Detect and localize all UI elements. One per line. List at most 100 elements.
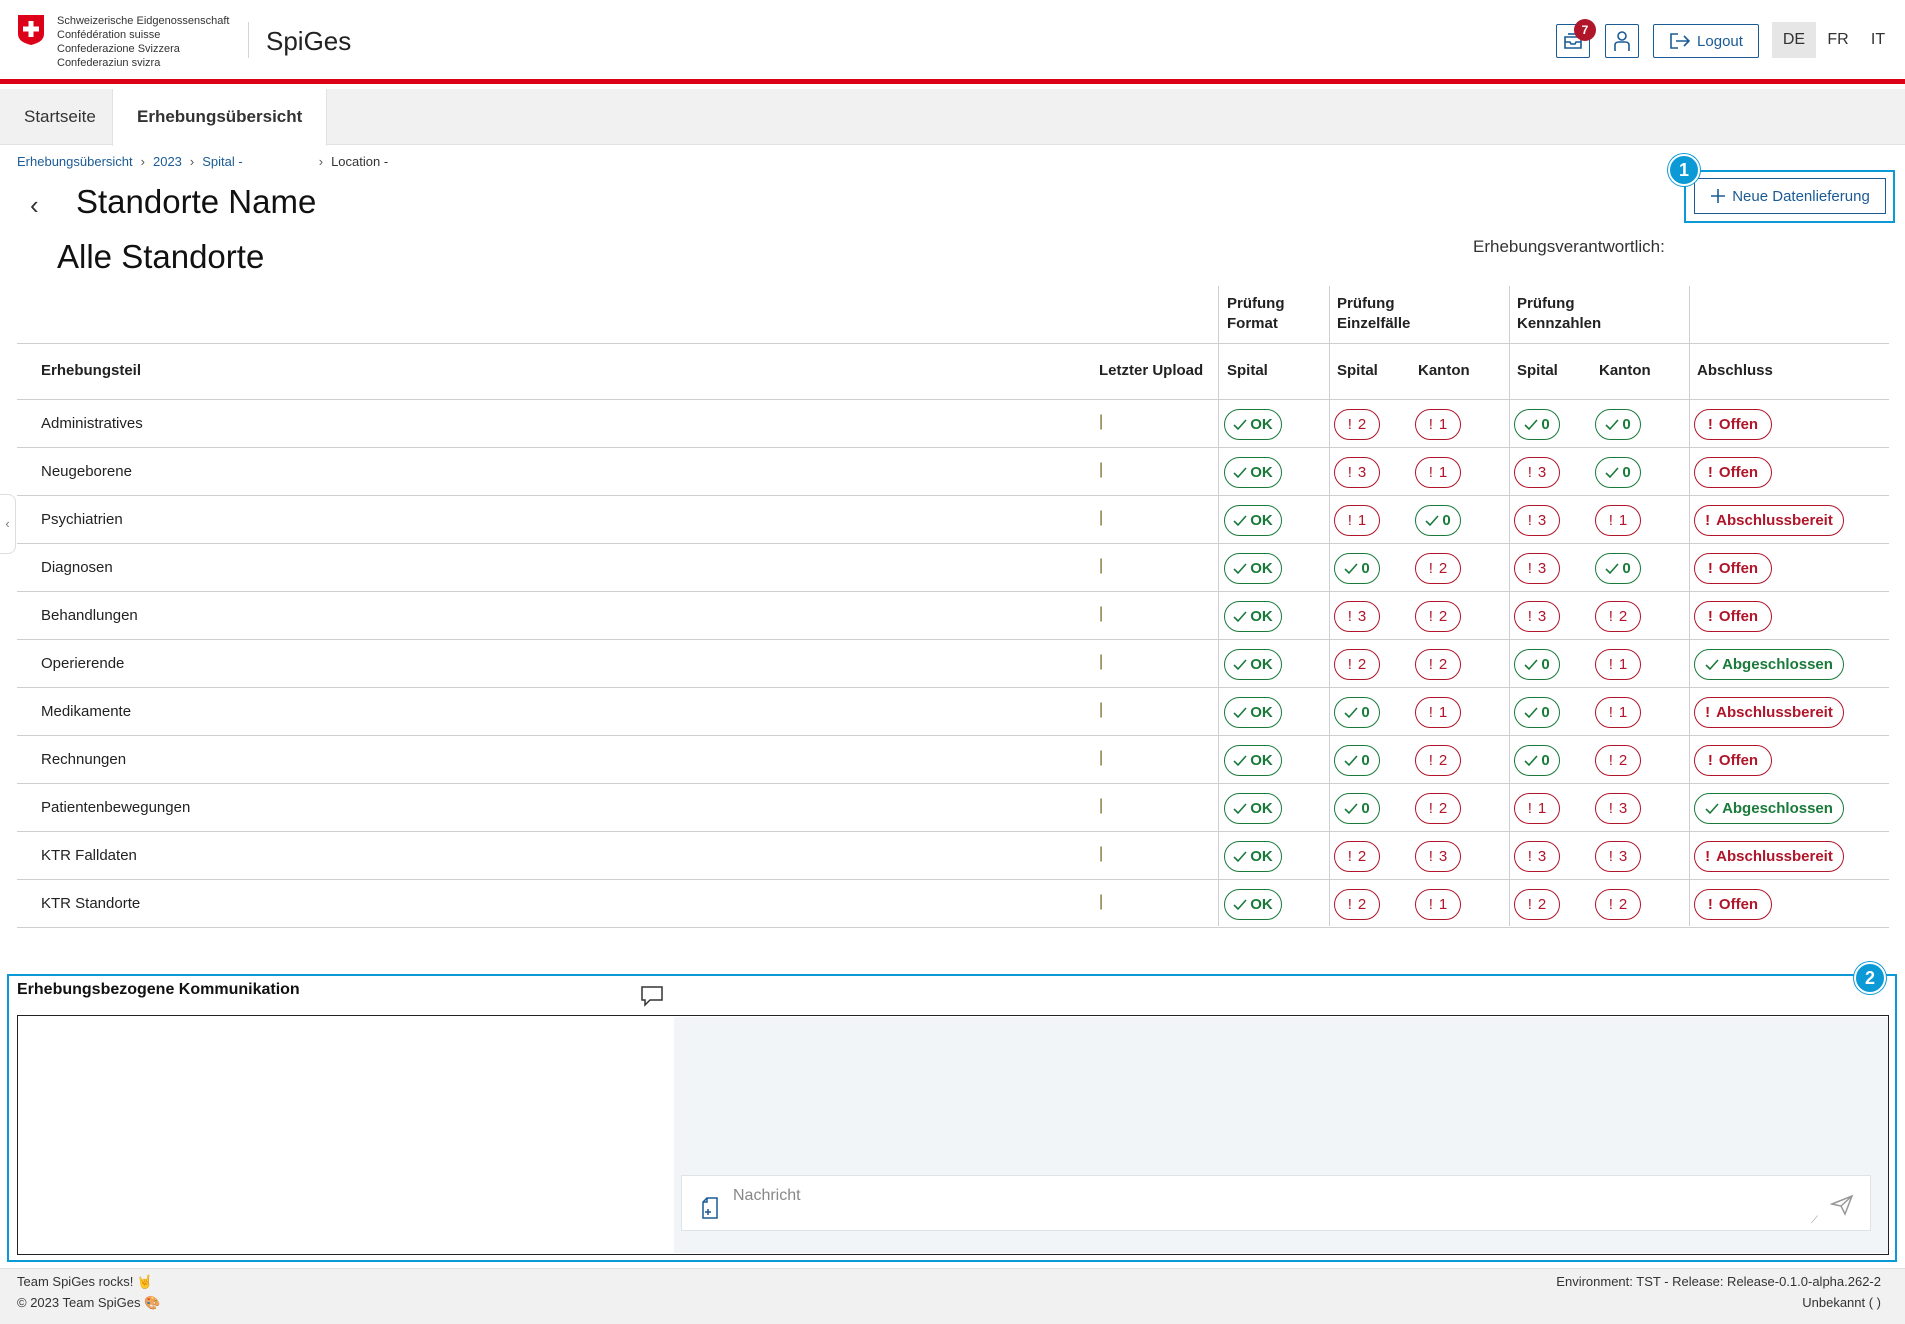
table-row[interactable]: Behandlungen | OK! 3! 2! 3! 2! Offen bbox=[17, 592, 1889, 640]
status-einzel-kanton[interactable]: ! 1 bbox=[1415, 457, 1461, 488]
table-row[interactable]: Operierende | OK! 2! 2 0! 1 Abgeschlossen bbox=[17, 640, 1889, 688]
chat-bubble-icon[interactable] bbox=[640, 985, 664, 1007]
send-icon[interactable] bbox=[1830, 1194, 1854, 1216]
status-kenn-kanton[interactable]: ! 2 bbox=[1595, 745, 1641, 776]
status-kenn-spital[interactable]: 0 bbox=[1514, 697, 1560, 728]
row-erhebungsteil[interactable]: Medikamente bbox=[41, 703, 131, 720]
status-kenn-spital[interactable]: ! 1 bbox=[1514, 793, 1560, 824]
status-einzel-spital[interactable]: ! 1 bbox=[1334, 505, 1380, 536]
status-format-spital[interactable]: OK bbox=[1224, 409, 1282, 440]
status-format-spital[interactable]: OK bbox=[1224, 601, 1282, 632]
table-row[interactable]: KTR Falldaten | OK! 2! 3! 3! 3! Abschlussbereit bbox=[17, 832, 1889, 880]
table-row[interactable]: KTR Standorte | OK! 2! 1! 2! 2! Offen bbox=[17, 880, 1889, 928]
row-erhebungsteil[interactable]: Administratives bbox=[41, 415, 143, 432]
row-erhebungsteil[interactable]: Behandlungen bbox=[41, 607, 138, 624]
status-format-spital[interactable]: OK bbox=[1224, 745, 1282, 776]
status-einzel-kanton[interactable]: ! 2 bbox=[1415, 649, 1461, 680]
table-row[interactable]: Patientenbewegungen | OK 0! 2! 1! 3 Abgeschloss… bbox=[17, 784, 1889, 832]
status-format-spital[interactable]: OK bbox=[1224, 649, 1282, 680]
status-einzel-spital[interactable]: 0 bbox=[1334, 553, 1380, 584]
logout-button[interactable]: Logout bbox=[1653, 24, 1759, 58]
status-kenn-spital[interactable]: ! 2 bbox=[1514, 889, 1560, 920]
table-row[interactable]: Diagnosen | OK 0! 2! 3 0! Offen bbox=[17, 544, 1889, 592]
status-format-spital[interactable]: OK bbox=[1224, 793, 1282, 824]
message-input-box[interactable]: Nachricht ⟋ bbox=[681, 1175, 1871, 1231]
status-kenn-spital[interactable]: 0 bbox=[1514, 409, 1560, 440]
status-format-spital[interactable]: OK bbox=[1224, 457, 1282, 488]
status-einzel-kanton[interactable]: ! 1 bbox=[1415, 889, 1461, 920]
new-data-delivery-button[interactable]: Neue Datenlieferung bbox=[1694, 178, 1886, 214]
tab-startseite[interactable]: Startseite bbox=[0, 89, 120, 145]
status-abschluss[interactable]: ! Offen bbox=[1694, 409, 1772, 440]
status-format-spital[interactable]: OK bbox=[1224, 697, 1282, 728]
resize-handle-icon[interactable]: ⟋ bbox=[1811, 1215, 1818, 1226]
status-einzel-kanton[interactable]: ! 2 bbox=[1415, 601, 1461, 632]
status-format-spital[interactable]: OK bbox=[1224, 841, 1282, 872]
app-title[interactable]: SpiGes bbox=[266, 26, 351, 57]
col-header-letzter-upload[interactable]: Letzter Upload bbox=[1099, 362, 1203, 379]
status-kenn-kanton[interactable]: ! 2 bbox=[1595, 601, 1641, 632]
table-row[interactable]: Rechnungen | OK 0! 2 0! 2! Offen bbox=[17, 736, 1889, 784]
status-einzel-kanton[interactable]: ! 3 bbox=[1415, 841, 1461, 872]
status-einzel-kanton[interactable]: ! 2 bbox=[1415, 745, 1461, 776]
col-header-erhebungsteil[interactable]: Erhebungsteil bbox=[41, 362, 141, 379]
table-row[interactable]: Medikamente | OK 0! 1 0! 1! Abschlussbereit bbox=[17, 688, 1889, 736]
status-abschluss[interactable]: ! Offen bbox=[1694, 457, 1772, 488]
status-abschluss[interactable]: ! Abschlussbereit bbox=[1694, 505, 1844, 536]
status-kenn-kanton[interactable]: ! 1 bbox=[1595, 649, 1641, 680]
status-einzel-spital[interactable]: 0 bbox=[1334, 745, 1380, 776]
status-einzel-spital[interactable]: ! 3 bbox=[1334, 601, 1380, 632]
back-chevron-icon[interactable]: ‹ bbox=[30, 190, 39, 221]
status-kenn-kanton[interactable]: ! 1 bbox=[1595, 505, 1641, 536]
status-kenn-spital[interactable]: 0 bbox=[1514, 649, 1560, 680]
status-einzel-kanton[interactable]: 0 bbox=[1415, 505, 1461, 536]
user-profile-button[interactable] bbox=[1605, 24, 1639, 58]
status-abschluss[interactable]: ! Offen bbox=[1694, 745, 1772, 776]
status-abschluss[interactable]: Abgeschlossen bbox=[1694, 793, 1844, 824]
status-abschluss[interactable]: Abgeschlossen bbox=[1694, 649, 1844, 680]
breadcrumb-erhebungsuebersicht[interactable]: Erhebungsübersicht bbox=[17, 154, 133, 169]
row-erhebungsteil[interactable]: Patientenbewegungen bbox=[41, 799, 190, 816]
status-einzel-kanton[interactable]: ! 2 bbox=[1415, 553, 1461, 584]
row-erhebungsteil[interactable]: KTR Falldaten bbox=[41, 847, 137, 864]
language-fr[interactable]: FR bbox=[1816, 22, 1860, 58]
status-einzel-spital[interactable]: ! 2 bbox=[1334, 409, 1380, 440]
status-kenn-kanton[interactable]: ! 3 bbox=[1595, 793, 1641, 824]
status-kenn-kanton[interactable]: 0 bbox=[1595, 457, 1641, 488]
status-kenn-kanton[interactable]: ! 2 bbox=[1595, 889, 1641, 920]
status-abschluss[interactable]: ! Abschlussbereit bbox=[1694, 841, 1844, 872]
status-kenn-kanton[interactable]: ! 1 bbox=[1595, 697, 1641, 728]
status-einzel-spital[interactable]: ! 3 bbox=[1334, 457, 1380, 488]
status-einzel-spital[interactable]: ! 2 bbox=[1334, 841, 1380, 872]
status-kenn-spital[interactable]: ! 3 bbox=[1514, 505, 1560, 536]
row-erhebungsteil[interactable]: Rechnungen bbox=[41, 751, 126, 768]
row-erhebungsteil[interactable]: Neugeborene bbox=[41, 463, 132, 480]
breadcrumb-year[interactable]: 2023 bbox=[153, 154, 182, 169]
row-erhebungsteil[interactable]: Operierende bbox=[41, 655, 124, 672]
attach-file-icon[interactable] bbox=[700, 1196, 722, 1220]
status-einzel-kanton[interactable]: ! 1 bbox=[1415, 409, 1461, 440]
language-de[interactable]: DE bbox=[1772, 22, 1816, 58]
breadcrumb-spital[interactable]: Spital - bbox=[202, 154, 242, 169]
status-kenn-kanton[interactable]: 0 bbox=[1595, 553, 1641, 584]
row-erhebungsteil[interactable]: KTR Standorte bbox=[41, 895, 140, 912]
status-kenn-spital[interactable]: 0 bbox=[1514, 745, 1560, 776]
table-row[interactable]: Administratives | OK! 2! 1 0 0! Offen bbox=[17, 400, 1889, 448]
language-it[interactable]: IT bbox=[1856, 22, 1900, 58]
status-kenn-spital[interactable]: ! 3 bbox=[1514, 553, 1560, 584]
status-einzel-spital[interactable]: 0 bbox=[1334, 697, 1380, 728]
status-kenn-kanton[interactable]: 0 bbox=[1595, 409, 1641, 440]
row-erhebungsteil[interactable]: Diagnosen bbox=[41, 559, 113, 576]
status-einzel-spital[interactable]: ! 2 bbox=[1334, 889, 1380, 920]
status-einzel-spital[interactable]: ! 2 bbox=[1334, 649, 1380, 680]
status-abschluss[interactable]: ! Offen bbox=[1694, 601, 1772, 632]
status-abschluss[interactable]: ! Abschlussbereit bbox=[1694, 697, 1844, 728]
status-format-spital[interactable]: OK bbox=[1224, 505, 1282, 536]
row-erhebungsteil[interactable]: Psychiatrien bbox=[41, 511, 123, 528]
table-row[interactable]: Neugeborene | OK! 3! 1! 3 0! Offen bbox=[17, 448, 1889, 496]
table-row[interactable]: Psychiatrien | OK! 1 0! 3! 1! Abschlussbereit bbox=[17, 496, 1889, 544]
status-format-spital[interactable]: OK bbox=[1224, 889, 1282, 920]
status-einzel-kanton[interactable]: ! 1 bbox=[1415, 697, 1461, 728]
status-einzel-kanton[interactable]: ! 2 bbox=[1415, 793, 1461, 824]
status-kenn-spital[interactable]: ! 3 bbox=[1514, 841, 1560, 872]
